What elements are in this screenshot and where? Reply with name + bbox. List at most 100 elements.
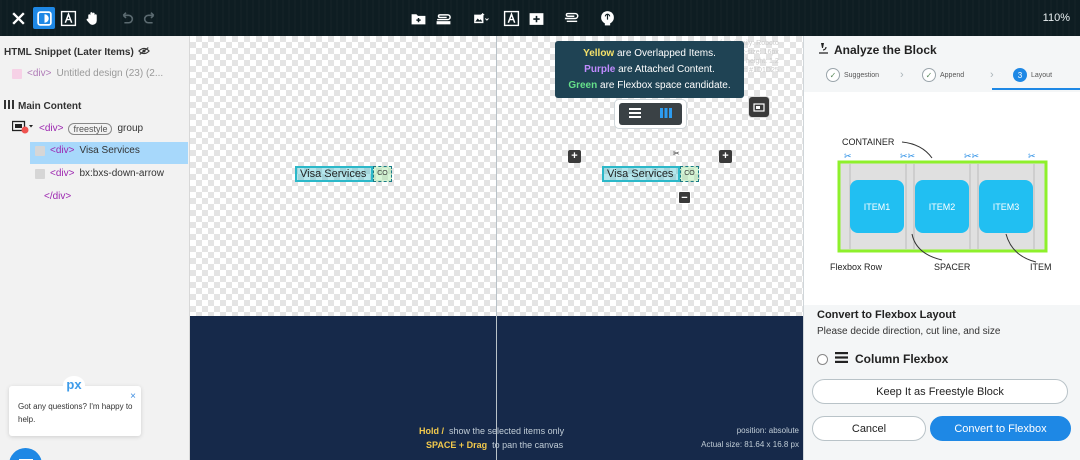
inspector-icon[interactable]	[33, 7, 55, 29]
hand-icon[interactable]	[82, 7, 102, 29]
convert-heading: Convert to Flexbox Layout	[817, 309, 956, 321]
step-layout[interactable]: 3 Layout	[1013, 68, 1052, 82]
step-label: Layout	[1031, 71, 1053, 79]
active-step-underline	[992, 88, 1080, 90]
add-folder-icon[interactable]	[409, 7, 427, 29]
image-icon	[753, 103, 765, 112]
step-label: Suggestion	[844, 71, 880, 79]
zoom-level[interactable]: 110%	[1043, 12, 1070, 24]
legend-yellow-word: Yellow	[583, 48, 615, 59]
snippet-item[interactable]: <div> Untitled design (23) (2...	[12, 68, 163, 79]
step-number: 3	[1013, 68, 1027, 82]
hint-hold-key: Hold /	[419, 426, 444, 436]
visa-services-element-right[interactable]: Visa Services	[602, 166, 680, 182]
microscope-icon	[818, 42, 829, 57]
chat-launcher-button[interactable]	[9, 448, 42, 460]
spacer-label: SPACER	[934, 262, 971, 272]
hint-pan-key: SPACE + Drag	[426, 440, 488, 450]
cut-mark-icon: ✂	[844, 151, 852, 161]
tree-item-label: bx:bxs-down-arrow	[79, 168, 164, 179]
add-image-icon[interactable]	[469, 7, 493, 29]
close-tag-text: </div>	[44, 191, 72, 202]
flexbox-row-label: Flexbox Row	[830, 262, 883, 272]
radio-button[interactable]	[817, 353, 828, 365]
brain-icon[interactable]	[597, 7, 617, 29]
chat-icon	[18, 458, 33, 460]
legend-purple-word: Purple	[584, 64, 616, 75]
eye-off-icon[interactable]	[137, 46, 150, 59]
undo-icon[interactable]	[117, 7, 135, 29]
visa-services-text: Visa Services	[300, 168, 367, 180]
add-left-button[interactable]: +	[568, 150, 581, 163]
design-canvas[interactable]: Visa Services CO Visa Services CO ✂ + + …	[190, 36, 803, 460]
close-icon[interactable]	[9, 7, 27, 29]
item1-label: ITEM1	[864, 202, 891, 212]
text-frame-icon[interactable]	[501, 7, 521, 29]
attach-icon[interactable]	[433, 7, 453, 29]
panel-title: Analyze the Block	[818, 42, 937, 57]
column-flexbox-option[interactable]: Column Flexbox	[817, 352, 948, 366]
step-label: Append	[940, 71, 965, 79]
position-readout: position: absolute	[736, 426, 799, 435]
tree-item-visa-services[interactable]: <div> Visa Services	[35, 145, 140, 156]
columns-icon[interactable]	[660, 107, 673, 121]
text-node-icon	[35, 145, 45, 156]
add-right-button[interactable]: +	[719, 150, 732, 163]
attached-box-right[interactable]: CO	[680, 166, 699, 182]
redo-icon[interactable]	[141, 7, 159, 29]
px-logo: px	[63, 376, 85, 394]
tree-item-tag: <div>	[50, 145, 75, 156]
remove-spacer-button[interactable]: −	[678, 191, 691, 204]
snippet-title: HTML Snippet (Later Items)	[4, 47, 134, 58]
link-icon[interactable]	[561, 7, 581, 29]
flexbox-diagram: CONTAINER ✂ ✂✂ ✂✂ ✂ ITEM1 ITEM2 ITEM3 Fl…	[804, 92, 1080, 305]
text-frame-icon[interactable]	[58, 7, 78, 29]
canvas-split-divider[interactable]	[496, 36, 497, 460]
rows-icon	[835, 352, 848, 366]
item-label: ITEM	[1030, 262, 1052, 272]
step-suggestion[interactable]: ✓ Suggestion	[826, 68, 879, 82]
actual-size-readout: Actual size: 81.64 x 16.8 px	[701, 440, 799, 449]
snippet-item-tag: <div>	[27, 68, 52, 79]
hint-pan: SPACE + Drag to pan the canvas	[426, 440, 563, 450]
tree-root-label: group	[117, 123, 144, 134]
rows-icon[interactable]	[628, 107, 641, 121]
chevron-right-icon: ›	[900, 69, 904, 81]
hint-pan-text: to pan the canvas	[492, 440, 564, 450]
color-legend: Yellow are Overlapped Items. Purple are …	[555, 41, 744, 98]
tree-root-row[interactable]: <div> freestyle group	[11, 120, 144, 137]
panel-title-text: Analyze the Block	[834, 42, 937, 57]
snippet-section-title: HTML Snippet (Later Items)	[4, 46, 150, 59]
legend-yellow-text: are Overlapped Items.	[616, 48, 716, 59]
top-toolbar: 110%	[0, 0, 1080, 36]
tree-item-label: Visa Services	[79, 145, 140, 156]
keep-freestyle-button[interactable]: Keep It as Freestyle Block	[812, 379, 1068, 404]
image-toggle-button[interactable]	[748, 96, 770, 118]
tree-item-down-arrow[interactable]: <div> bx:bxs-down-arrow	[35, 168, 164, 179]
chevron-right-icon: ›	[990, 69, 994, 81]
legend-green-text: are Flexbox space candidate.	[600, 80, 731, 91]
cut-mark-icon: ✂	[1028, 151, 1036, 161]
step-tabs: ✓ Suggestion › ✓ Append › 3 Layout	[804, 64, 1080, 90]
snippet-item-label: Untitled design (23) (2...	[56, 68, 164, 79]
hint-hold-text: show the selected items only	[449, 426, 565, 436]
cancel-button[interactable]: Cancel	[812, 416, 926, 441]
visa-services-text: Visa Services	[607, 168, 674, 180]
convert-subheading: Please decide direction, cut line, and s…	[817, 326, 1001, 337]
visa-services-element-left[interactable]: Visa Services	[295, 166, 373, 182]
scissors-icon[interactable]: ✂	[673, 149, 680, 158]
direction-toggle[interactable]	[615, 100, 686, 128]
container-label: CONTAINER	[842, 137, 895, 147]
chat-message: Got any questions? I'm happy to help.	[18, 402, 133, 424]
tree-root-tag: <div>	[39, 123, 64, 134]
tree-close-tag: </div>	[44, 191, 71, 202]
analyze-panel: Analyze the Block ✓ Suggestion › ✓ Appen…	[803, 36, 1080, 460]
chat-close-icon[interactable]: ×	[130, 390, 136, 403]
attached-box-left[interactable]: CO	[373, 166, 392, 182]
legend-purple-text: are Attached Content.	[618, 64, 715, 75]
add-frame-icon[interactable]	[526, 7, 546, 29]
freestyle-badge: freestyle	[68, 122, 113, 135]
step-append[interactable]: ✓ Append	[922, 68, 964, 82]
convert-to-flexbox-button[interactable]: Convert to Flexbox	[930, 416, 1071, 441]
legend-green-word: Green	[568, 80, 598, 91]
